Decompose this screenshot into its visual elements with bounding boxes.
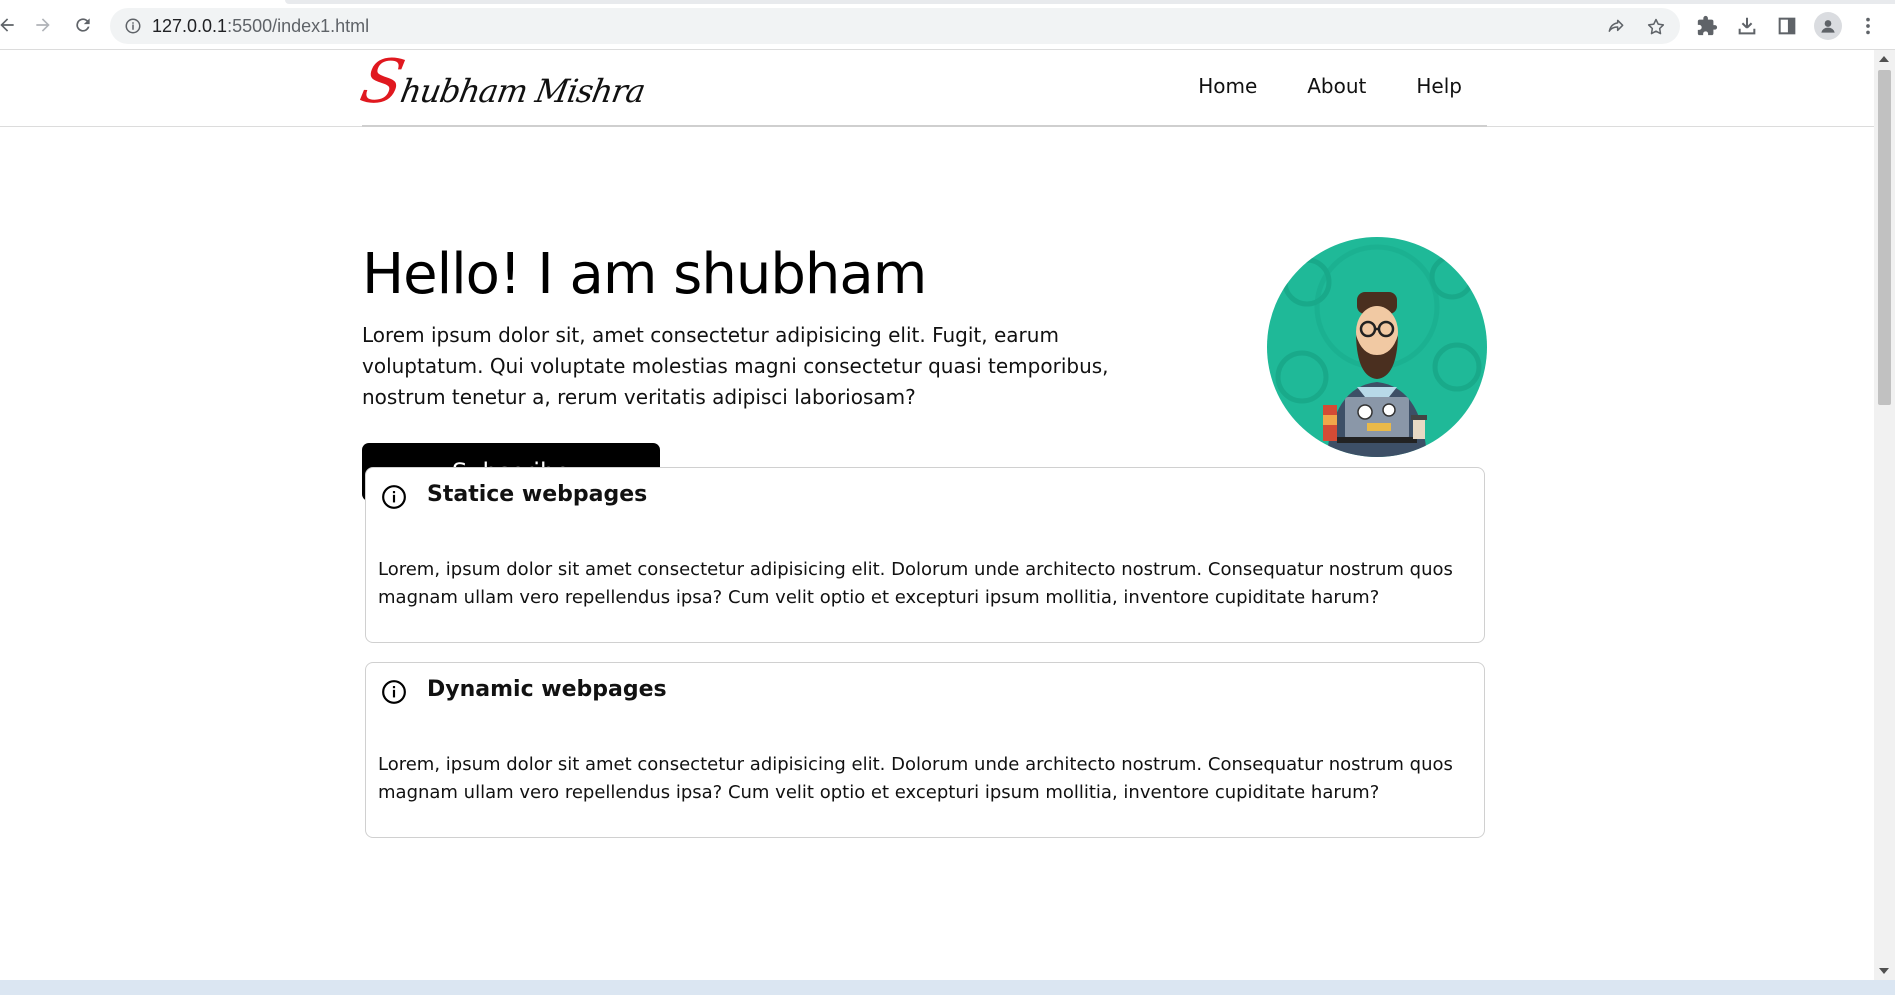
card-title: Statice webpages — [427, 482, 648, 507]
address-bar[interactable]: 127.0.0.1:5500/index1.html — [110, 8, 1680, 44]
forward-button[interactable] — [30, 12, 56, 38]
nav-about-link[interactable]: About — [1307, 74, 1366, 98]
card-static-webpages: Statice webpages Lorem, ipsum dolor sit … — [365, 467, 1485, 643]
developer-illustration — [1275, 244, 1482, 457]
side-panel-icon[interactable] — [1776, 15, 1798, 37]
site-info-icon[interactable] — [124, 17, 142, 35]
tab-strip — [285, 0, 1895, 4]
card-body: Lorem, ipsum dolor sit amet consectetur … — [378, 754, 1453, 803]
browser-toolbar: 127.0.0.1:5500/index1.html — [0, 0, 1895, 50]
card-body: Lorem, ipsum dolor sit amet consectetur … — [378, 559, 1453, 608]
url-text[interactable]: 127.0.0.1:5500/index1.html — [152, 16, 369, 37]
download-icon[interactable] — [1736, 15, 1758, 37]
share-icon[interactable] — [1606, 17, 1626, 37]
url-host: 127.0.0.1 — [152, 16, 228, 36]
logo-text: hubham Mishra — [397, 72, 648, 110]
page-scrollbar[interactable] — [1874, 50, 1895, 980]
hero-title: Hello! I am shubham — [362, 242, 927, 307]
site-header: S hubham Mishra Home About Help — [0, 50, 1874, 127]
back-button[interactable] — [0, 12, 20, 38]
url-path: :5500/index1.html — [227, 16, 370, 36]
nav-help-link[interactable]: Help — [1416, 74, 1462, 98]
more-menu-icon[interactable] — [1857, 15, 1879, 37]
hero-description: Lorem ipsum dolor sit, amet consectetur … — [362, 323, 1109, 409]
extensions-puzzle-icon[interactable] — [1696, 15, 1718, 37]
info-circle-icon — [382, 680, 406, 704]
profile-avatar[interactable] — [1814, 12, 1842, 40]
forward-arrow-icon — [36, 18, 50, 32]
scroll-down-arrow-icon[interactable] — [1879, 968, 1889, 974]
card-dynamic-webpages: Dynamic webpages Lorem, ipsum dolor sit … — [365, 662, 1485, 838]
bookmark-star-icon[interactable] — [1646, 17, 1666, 37]
profile-image — [1267, 237, 1487, 457]
info-circle-icon — [382, 485, 406, 509]
reload-icon — [76, 18, 90, 32]
web-page: S hubham Mishra Home About Help Hello! I… — [0, 50, 1874, 980]
person-icon — [1821, 20, 1835, 33]
scroll-up-arrow-icon[interactable] — [1879, 56, 1889, 62]
reload-button[interactable] — [70, 12, 96, 38]
back-arrow-icon — [0, 18, 14, 32]
card-title: Dynamic webpages — [427, 677, 667, 702]
site-logo[interactable]: S hubham Mishra — [355, 50, 648, 117]
main-nav: Home About Help — [1198, 74, 1462, 98]
scrollbar-thumb[interactable] — [1878, 70, 1891, 405]
header-divider — [362, 125, 1487, 127]
nav-home-link[interactable]: Home — [1198, 74, 1257, 98]
os-taskbar-edge — [0, 980, 1895, 995]
